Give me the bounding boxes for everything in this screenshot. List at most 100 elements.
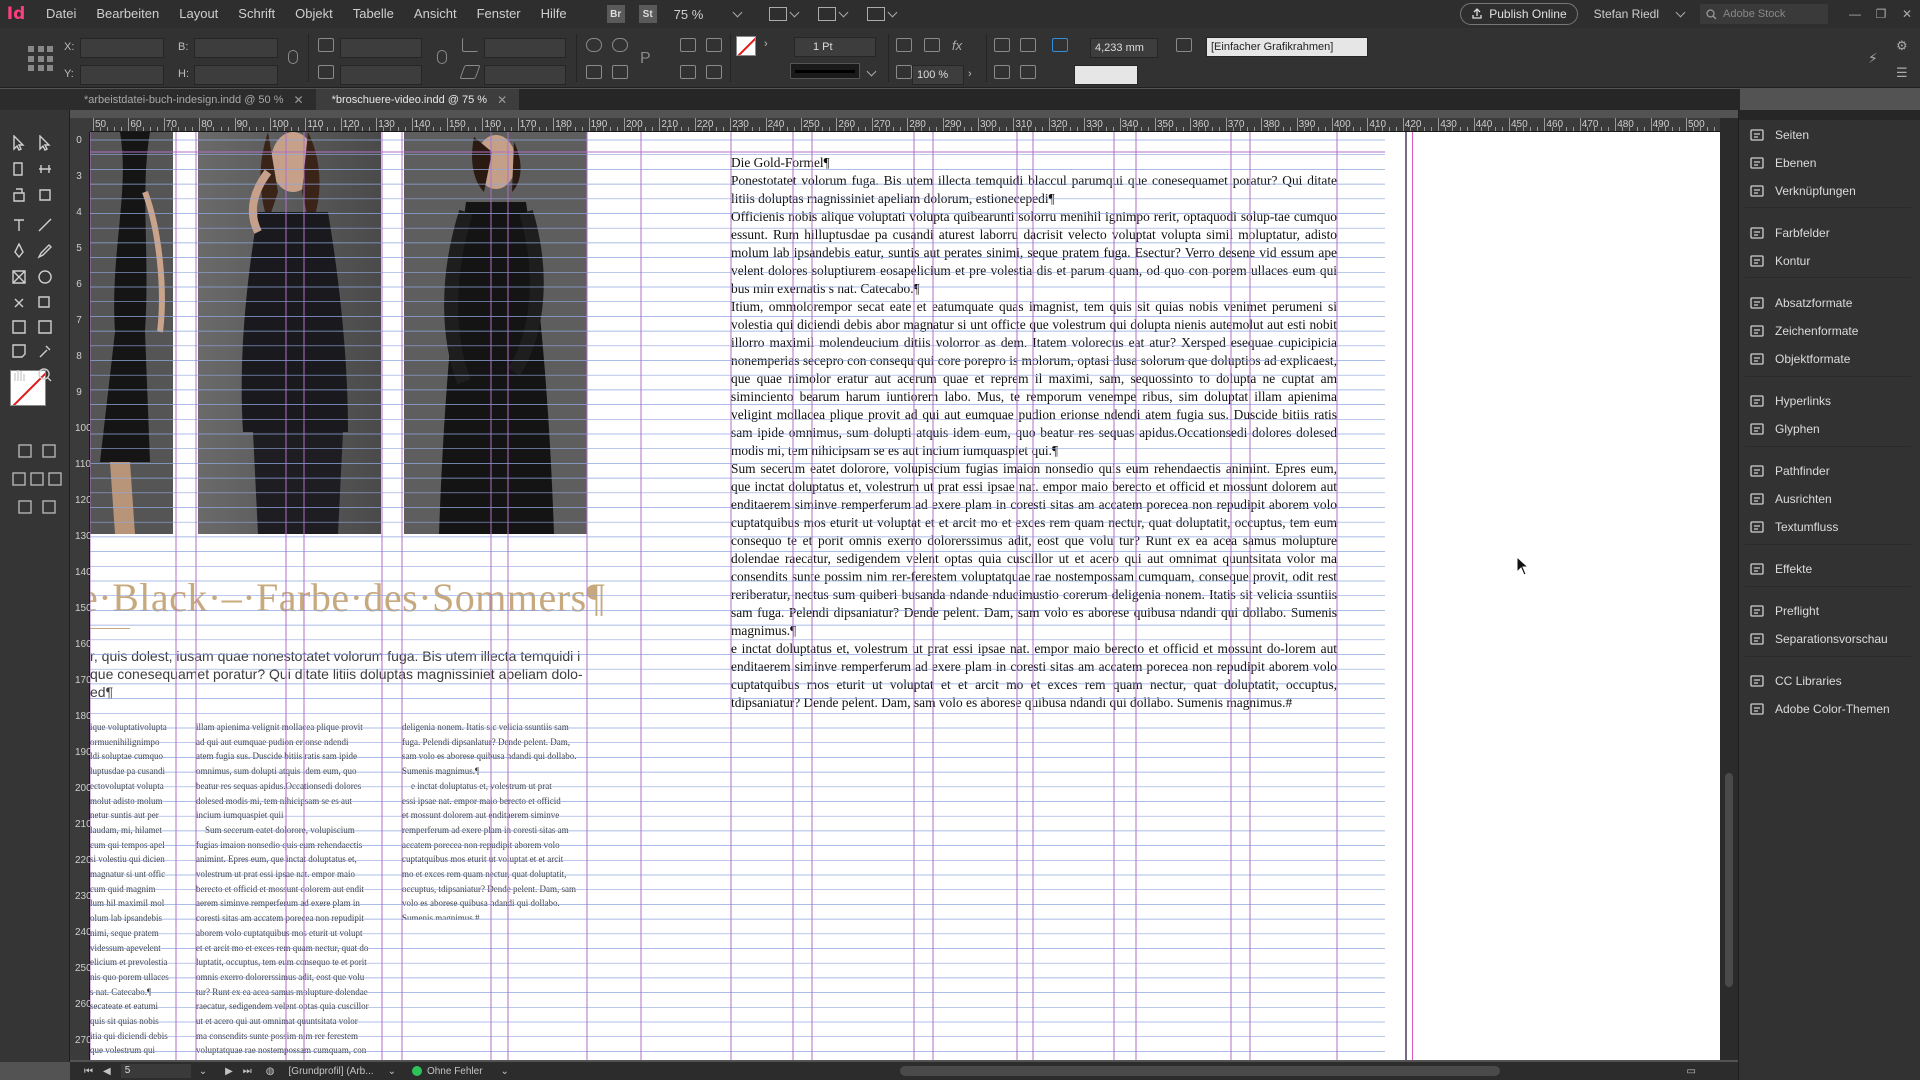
menu-datei[interactable]: Datei	[36, 0, 86, 28]
preflight-profile[interactable]: [Grundprofil] (Arb...	[289, 1066, 374, 1077]
menu-objekt[interactable]: Objekt	[285, 0, 343, 28]
gear-icon[interactable]: ⚙	[1896, 38, 1912, 53]
chevron-down-icon[interactable]	[789, 7, 800, 18]
scale-y-icon[interactable]	[318, 65, 334, 79]
chevron-down-icon[interactable]	[1675, 7, 1686, 18]
line-tool-icon[interactable]	[36, 216, 54, 234]
reference-point-icon[interactable]	[28, 46, 54, 72]
arrange-documents-icon[interactable]	[866, 7, 885, 21]
bridge-button[interactable]: Br	[606, 5, 625, 23]
preflight-profile-icon[interactable]: ◍	[266, 1066, 275, 1077]
ruler-origin[interactable]	[70, 118, 90, 132]
formatting-container-icon[interactable]	[16, 442, 34, 460]
preflight-status[interactable]: Ohne Fehler	[411, 1066, 483, 1077]
normal-view-icon[interactable]	[16, 498, 34, 516]
scale-x-icon[interactable]	[318, 38, 334, 52]
zoom-tool-icon[interactable]	[36, 366, 54, 384]
panel-swatches[interactable]: Farbfelder	[1749, 222, 1909, 244]
menu-ansicht[interactable]: Ansicht	[404, 0, 467, 28]
restore-icon[interactable]: ❐	[1868, 7, 1894, 21]
rectangle-frame-tool-icon[interactable]	[10, 268, 28, 286]
free-transform-tool-icon[interactable]	[36, 294, 54, 312]
horizontal-scrollbar-thumb[interactable]	[900, 1066, 1500, 1076]
swatch-field[interactable]	[1074, 65, 1138, 85]
select-next-icon[interactable]	[706, 65, 722, 79]
selection-tool-icon[interactable]	[10, 134, 28, 152]
page-number-field[interactable]: 5	[120, 1064, 191, 1078]
direct-selection-tool-icon[interactable]	[36, 134, 54, 152]
panel-layers[interactable]: Ebenen	[1749, 152, 1909, 174]
panel-glyphs[interactable]: Glyphen	[1749, 418, 1909, 440]
panel-links[interactable]: Verknüpfungen	[1749, 180, 1909, 202]
text-wrap-shape-icon[interactable]	[994, 65, 1010, 79]
pen-tool-icon[interactable]	[10, 242, 28, 260]
publish-online-button[interactable]: Publish Online	[1460, 3, 1578, 25]
select-content-icon[interactable]	[706, 38, 722, 52]
scale-y-field[interactable]	[340, 65, 422, 85]
panel-menu-icon[interactable]: ☰	[1896, 65, 1912, 80]
content-collector-icon[interactable]	[10, 186, 28, 204]
scissors-tool-icon[interactable]	[10, 294, 28, 312]
close-tab-icon[interactable]: ✕	[294, 93, 304, 107]
chevron-down-icon[interactable]: ⌄	[388, 1066, 396, 1077]
select-container-icon[interactable]	[680, 38, 696, 52]
user-name[interactable]: Stefan Riedl	[1594, 7, 1659, 21]
panel-pathfinder[interactable]: Pathfinder	[1749, 460, 1909, 482]
chevron-down-icon[interactable]	[838, 7, 849, 18]
ellipse-tool-icon[interactable]	[36, 268, 54, 286]
chevron-down-icon[interactable]: ⌄	[501, 1066, 509, 1077]
menu-layout[interactable]: Layout	[169, 0, 228, 28]
chevron-right-icon[interactable]: ›	[968, 68, 972, 80]
opacity-icon[interactable]	[896, 65, 912, 79]
screen-mode-icon[interactable]	[817, 7, 836, 21]
document-tab[interactable]: *broschuere-video.indd @ 75 % ✕	[315, 89, 520, 110]
gradient-feather-tool-icon[interactable]	[36, 318, 54, 336]
headline[interactable]: e·Black·–·Farbe·des·Sommers¶	[90, 574, 605, 621]
scale-x-field[interactable]	[340, 38, 422, 58]
model-photo-2[interactable]	[198, 132, 381, 534]
close-window-icon[interactable]: ✕	[1894, 7, 1920, 21]
panel-object-styles[interactable]: Objektformate	[1749, 348, 1909, 370]
stroke-type-selector[interactable]	[790, 63, 860, 79]
shear-icon[interactable]	[459, 65, 481, 79]
view-options-icon[interactable]	[768, 7, 787, 21]
panel-pages[interactable]: Seiten	[1749, 124, 1909, 146]
chevron-down-icon[interactable]	[887, 7, 898, 18]
pencil-tool-icon[interactable]	[36, 242, 54, 260]
select-previous-icon[interactable]	[680, 65, 696, 79]
first-page-icon[interactable]: ⏮	[84, 1066, 93, 1077]
vertical-ruler[interactable]: 0 3 4 5 6 7 8 9 100 110 120 130 140 150 160 170 180 190 20…	[70, 132, 92, 1060]
y-field[interactable]	[80, 65, 164, 85]
panel-cc-libraries[interactable]: CC Libraries	[1749, 670, 1909, 692]
close-tab-icon[interactable]: ✕	[497, 93, 507, 107]
formatting-text-icon[interactable]	[40, 442, 58, 460]
intro-paragraph[interactable]: r, quis dolest, iusam quae nonestotatet …	[90, 647, 590, 701]
flip-horizontal-icon[interactable]	[586, 65, 602, 79]
page-tool-icon[interactable]	[10, 160, 28, 178]
frame-fitting-icon[interactable]	[896, 38, 912, 52]
preview-mode-icon[interactable]	[40, 498, 58, 516]
vertical-scrollbar-thumb[interactable]	[1725, 773, 1733, 987]
horizontal-ruler[interactable]: 50 60 70 80 90 100 110 120 130 140 150 160 170 180 190…	[90, 118, 1720, 132]
gap-tool-icon[interactable]	[36, 160, 54, 178]
path-icon[interactable]: P	[640, 50, 656, 67]
flip-vertical-icon[interactable]	[612, 65, 628, 79]
text-column-3[interactable]: deligenia nonem. Itatis sic velicia ssun…	[402, 720, 592, 920]
shear-field[interactable]	[484, 65, 566, 85]
last-page-icon[interactable]: ⏭	[243, 1066, 252, 1077]
panel-separations[interactable]: Separationsvorschau	[1749, 628, 1909, 650]
vertical-scrollbar[interactable]	[1720, 118, 1738, 1060]
menu-bearbeiten[interactable]: Bearbeiten	[86, 0, 169, 28]
text-wrap-none-icon[interactable]	[994, 38, 1010, 52]
chevron-down-icon[interactable]: ⌄	[199, 1066, 207, 1077]
auto-fit-icon[interactable]	[1052, 38, 1068, 52]
stroke-weight-field[interactable]: 1 Pt	[794, 37, 876, 57]
panel-stroke[interactable]: Kontur	[1749, 250, 1909, 272]
eyedropper-tool-icon[interactable]	[36, 342, 54, 360]
fx-icon[interactable]: fx	[952, 38, 968, 53]
type-tool-icon[interactable]	[10, 216, 28, 234]
chevron-right-icon[interactable]: ›	[764, 38, 768, 50]
constrain-proportions-icon[interactable]	[288, 50, 298, 64]
width-field[interactable]	[194, 38, 278, 58]
previous-page-icon[interactable]: ◀	[103, 1066, 111, 1077]
